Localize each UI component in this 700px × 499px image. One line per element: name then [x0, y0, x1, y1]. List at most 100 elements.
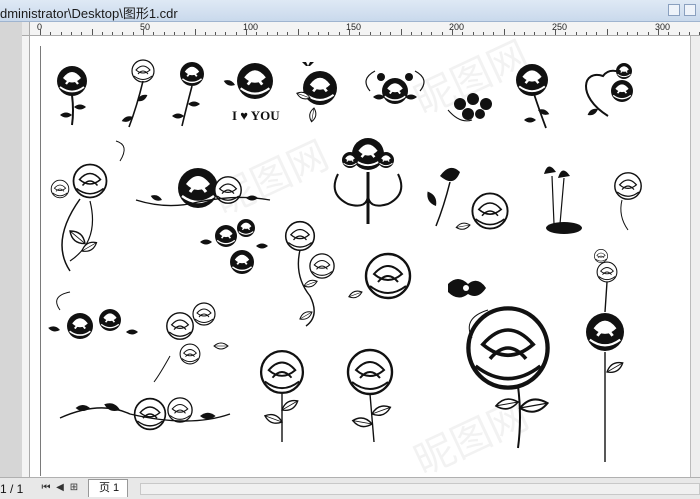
rose-love: [222, 61, 275, 101]
ruler-tick: [40, 29, 41, 35]
ruler-tick: [163, 32, 165, 35]
rose-horizontal-vine: [135, 166, 271, 210]
rose-leaves: [514, 62, 551, 129]
ruler-tick: [452, 29, 453, 35]
page-count: 1 / 1: [0, 482, 24, 496]
ruler-tick: [349, 29, 350, 35]
ruler-tick: [173, 32, 175, 35]
horizontal-ruler[interactable]: 0 50 100 150 200 250 300: [30, 22, 700, 36]
ruler-tick: [184, 32, 186, 35]
ruler-tick: [585, 32, 587, 35]
ruler-tick: [596, 32, 598, 35]
ruler-tick: [524, 32, 526, 35]
ruler-tick: [678, 32, 680, 35]
rose-long-vine: [59, 397, 231, 431]
rose-tulip: [544, 166, 582, 234]
rose-vine-vertical: [284, 220, 335, 327]
rose-bud: [424, 167, 460, 227]
left-toolbar-strip: [0, 22, 22, 477]
ruler-tick: [534, 32, 536, 35]
ruler-tick: [431, 32, 433, 35]
first-page-icon[interactable]: ⏮: [40, 481, 52, 495]
ruler-tick: [482, 32, 484, 35]
hibiscus-small: [448, 279, 486, 298]
ruler-tick: [256, 32, 258, 35]
ruler-tick: [81, 32, 83, 35]
roses-corner: [47, 291, 138, 340]
ruler-tick: [101, 32, 103, 35]
rose-engraved-1: [259, 349, 305, 442]
ruler-tick: [627, 32, 629, 35]
love-text: I ♥ YOU: [232, 108, 280, 123]
ruler-tick: [565, 32, 567, 35]
ruler-tick: [688, 32, 690, 35]
ruler-tick: [112, 32, 114, 35]
ruler-tick: [658, 29, 659, 35]
rose-swirl: [365, 70, 425, 105]
ruler-tick: [318, 32, 320, 35]
ruler-tick: [668, 32, 670, 35]
window-title: dministrator\Desktop\图形1.cdr: [0, 6, 178, 21]
ruler-tick: [555, 29, 556, 35]
rose-artwork: I ♥ YOU: [47, 59, 642, 462]
ruler-tick: [60, 32, 62, 35]
ruler-tick: [441, 32, 443, 35]
ruler-tick: [390, 32, 392, 35]
ruler-tick: [421, 32, 423, 35]
rose-engraved-2: [346, 348, 394, 443]
ruler-tick: [410, 32, 412, 35]
ruler-tick: [379, 32, 381, 35]
rose-tall-stem: [584, 249, 626, 462]
ruler-tick: [297, 29, 299, 35]
prev-page-icon[interactable]: ◀: [54, 481, 66, 495]
horizontal-scrollbar[interactable]: [140, 483, 700, 495]
rose-large-sketch: [468, 308, 548, 449]
close-button[interactable]: [684, 4, 696, 16]
ruler-tick: [143, 29, 144, 35]
rose-stem-3: [172, 61, 205, 127]
ruler-tick: [544, 32, 546, 35]
rose-outline-medium: [347, 252, 412, 301]
ruler-label-50: 50: [140, 22, 151, 32]
ruler-tick: [647, 32, 649, 35]
vertical-scrollbar[interactable]: [690, 36, 700, 477]
ruler-tick: [369, 32, 371, 35]
ruler-tick: [215, 32, 217, 35]
rose-bouquet-sketch: [153, 302, 229, 383]
add-page-icon[interactable]: ⊞: [68, 481, 80, 495]
ruler-tick: [462, 32, 464, 35]
ruler-tick: [91, 29, 93, 35]
ruler-tick: [472, 32, 474, 35]
ruler-tick: [307, 32, 309, 35]
drawing-canvas[interactable]: 昵图网 昵图网 昵图网 I ♥ YOU: [30, 33, 700, 484]
ruler-tick: [637, 32, 639, 35]
ruler-tick: [400, 29, 402, 35]
ruler-corner[interactable]: [22, 22, 30, 36]
ruler-tick: [132, 32, 134, 35]
ruler-tick: [287, 32, 289, 35]
ruler-tick: [276, 32, 278, 35]
flower-cluster: [447, 93, 492, 122]
ruler-tick: [50, 32, 52, 35]
page-tab[interactable]: 页 1: [88, 479, 128, 497]
rose-outline-small: [614, 172, 642, 231]
ruler-tick: [122, 32, 124, 35]
ruler-tick: [575, 32, 577, 35]
ruler-tick: [328, 32, 330, 35]
ruler-tick: [266, 32, 268, 35]
maximize-button[interactable]: [668, 4, 680, 16]
ruler-tick: [606, 29, 608, 35]
vertical-ruler[interactable]: [22, 36, 30, 477]
rose-ornament: [333, 136, 403, 224]
rose-heart: [585, 62, 634, 118]
rose-small-1: [55, 64, 89, 126]
ruler-tick: [194, 29, 196, 35]
rose-stem-2: [120, 59, 155, 128]
rose-tall-branch: [50, 140, 125, 272]
ruler-tick: [153, 32, 155, 35]
ruler-tick: [235, 32, 237, 35]
ruler-tick: [246, 29, 247, 35]
roses-trio: [200, 218, 268, 275]
ruler-tick: [204, 32, 206, 35]
rose-butterfly: [295, 62, 339, 123]
